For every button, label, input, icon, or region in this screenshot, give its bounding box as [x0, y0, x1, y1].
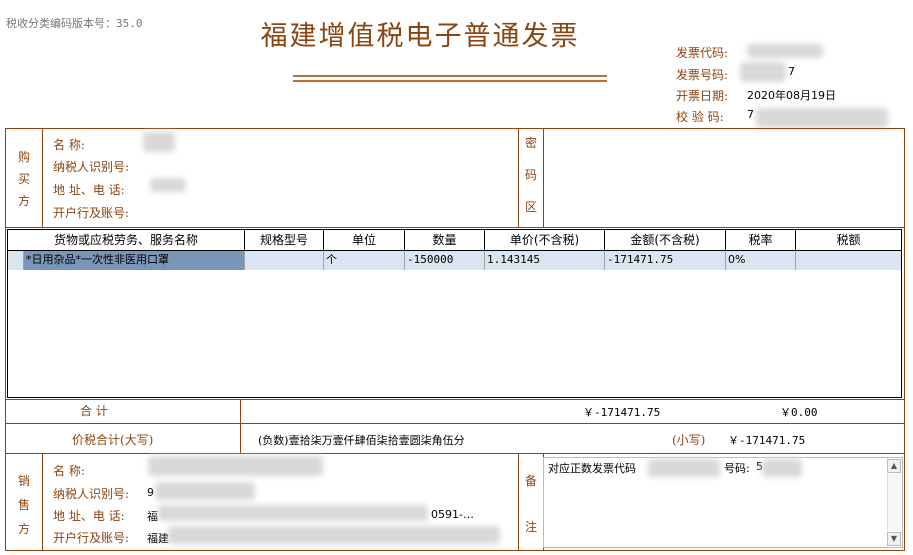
col-header-qty: 数量 [405, 230, 485, 251]
title-underline [293, 75, 607, 77]
buyer-section-label-2: 买 [17, 172, 30, 186]
remarks-field[interactable]: 对应正数发票代码 号码: 5 ▲ ▼ [543, 457, 903, 548]
col-header-amount: 金额(不含税) [605, 230, 726, 251]
cipher-section-label-1: 密 [524, 136, 537, 150]
col-header-price: 单价(不含税) [485, 230, 605, 251]
cell-price[interactable]: 1.143145 [485, 251, 605, 270]
cell-qty[interactable]: -150000 [405, 251, 485, 270]
goods-table: 货物或应税劳务、服务名称 规格型号 单位 数量 单价(不含税) 金额(不含税) … [7, 229, 902, 398]
seller-tax-id-redacted [155, 482, 255, 500]
remarks-scrollbar[interactable] [887, 474, 901, 531]
total-amount: ￥-171471.75 [583, 406, 661, 419]
buyer-name-label: 名 称: [53, 138, 85, 152]
cell-unit[interactable]: 个 [324, 251, 405, 270]
scroll-down-icon[interactable]: ▼ [887, 532, 901, 546]
col-header-rate: 税率 [726, 230, 796, 251]
seller-tax-id-value: 9 [147, 486, 154, 499]
invoice-code-redacted [747, 44, 823, 58]
col-header-tax: 税额 [796, 230, 901, 251]
seller-section-label-2: 售 [17, 498, 30, 512]
invoice-date-value: 2020年08月19日 [747, 89, 836, 102]
cipher-section-label-3: 区 [524, 200, 537, 214]
seller-section-label-3: 方 [17, 522, 30, 536]
seller-bank-label: 开户行及账号: [53, 531, 130, 545]
cell-amount[interactable]: -171471.75 [605, 251, 726, 270]
invoice-code-label: 发票代码: [676, 46, 729, 60]
seller-tax-id-label: 纳税人识别号: [53, 487, 130, 501]
check-code-value: 7 [747, 108, 754, 121]
seller-name-redacted [148, 456, 323, 476]
seller-address-start: 福 [147, 510, 158, 523]
invoice-number-label: 发票号码: [676, 68, 729, 82]
buyer-tax-id-label: 纳税人识别号: [53, 160, 130, 174]
row-selector[interactable] [8, 251, 24, 270]
col-header-unit: 单位 [324, 230, 405, 251]
remarks-text-prefix: 对应正数发票代码 [548, 462, 636, 475]
title-underline [293, 80, 607, 82]
total-words-value: (负数)壹拾柒万壹仟肆佰柒拾壹圆柒角伍分 [258, 434, 465, 447]
total-words-label: 价税合计(大写) [72, 433, 154, 447]
seller-name-label: 名 称: [53, 464, 85, 478]
buyer-section-label-1: 购 [17, 150, 30, 164]
remarks-number-redacted [762, 459, 802, 477]
seller-bank-value: 福建 [147, 532, 169, 545]
buyer-address-label: 地 址、电 话: [53, 183, 125, 197]
cell-name[interactable]: *日用杂品*一次性非医用口罩 [24, 251, 245, 270]
invoice-number-value: 7 [788, 65, 795, 78]
total-small-value: ￥-171471.75 [728, 434, 806, 447]
invoice-date-label: 开票日期: [676, 89, 729, 103]
scroll-up-icon[interactable]: ▲ [887, 459, 901, 473]
buyer-name-redacted [143, 132, 175, 152]
buyer-bank-label: 开户行及账号: [53, 206, 130, 220]
cell-rate[interactable]: 0% [726, 251, 796, 270]
buyer-section-label-3: 方 [17, 194, 30, 208]
tax-code-version: 税收分类编码版本号：35.0 [6, 17, 143, 30]
col-header-name: 货物或应税劳务、服务名称 [8, 230, 245, 251]
seller-bank-redacted [168, 526, 500, 544]
cell-tax[interactable] [796, 251, 901, 270]
col-header-spec: 规格型号 [245, 230, 324, 251]
cell-spec[interactable] [245, 251, 324, 270]
remarks-section-label-1: 备 [524, 474, 537, 488]
buyer-address-redacted [150, 178, 186, 192]
seller-address-end: 0591-… [431, 508, 474, 521]
total-tax: ￥0.00 [780, 406, 818, 419]
check-code-redacted [756, 108, 888, 128]
invoice-number-redacted [740, 62, 786, 82]
remarks-text-mid: 号码: [724, 462, 750, 475]
invoice-title: 福建增值税电子普通发票 [260, 21, 580, 52]
seller-address-label: 地 址、电 话: [53, 509, 125, 523]
cipher-section-label-2: 码 [524, 168, 537, 182]
seller-address-redacted [158, 505, 428, 521]
total-small-label: (小写) [672, 433, 706, 447]
remarks-code-redacted [648, 459, 720, 477]
totals-label: 合 计 [80, 404, 108, 418]
remarks-section-label-2: 注 [524, 520, 537, 534]
check-code-label: 校 验 码: [676, 110, 724, 124]
seller-section-label-1: 销 [17, 474, 30, 488]
